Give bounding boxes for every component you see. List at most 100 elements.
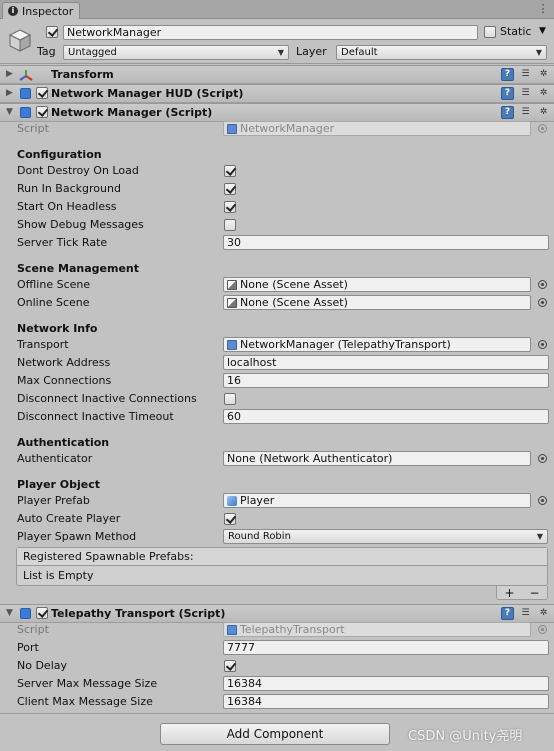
server-tick-rate-label: Server Tick Rate (17, 236, 108, 249)
chevron-down-icon: ▼ (277, 48, 284, 57)
server-tick-rate-field[interactable]: 30 (223, 235, 549, 250)
script-icon (227, 339, 237, 350)
help-icon[interactable]: ? (501, 68, 514, 81)
player-prefab-value: Player (240, 494, 275, 507)
network-manager-component-header[interactable]: ▼ Network Manager (Script) ? ☰ ✲ (0, 103, 554, 122)
disconnect-inactive-label: Disconnect Inactive Connections (17, 392, 197, 405)
static-label: Static (500, 25, 532, 38)
network-address-field[interactable]: localhost (223, 355, 549, 370)
telepathy-script-label: Script (17, 623, 49, 636)
port-field[interactable]: 7777 (223, 640, 549, 655)
telepathy-enabled-checkbox[interactable] (36, 607, 48, 619)
transport-field[interactable]: NetworkManager (TelepathyTransport) (223, 337, 531, 352)
client-max-message-size-label: Client Max Message Size (17, 695, 153, 708)
script-icon (227, 123, 237, 134)
network-manager-enabled-checkbox[interactable] (36, 106, 48, 118)
layer-dropdown[interactable]: Default ▼ (336, 45, 547, 60)
player-object-heading: Player Object (17, 478, 101, 491)
tab-inspector[interactable]: i Inspector (2, 2, 81, 19)
transform-title: Transform (51, 68, 114, 81)
spawnable-prefabs-header: Registered Spawnable Prefabs: (17, 548, 547, 566)
add-item-button[interactable]: + (504, 587, 514, 599)
gameobject-name-field[interactable]: NetworkManager (63, 25, 478, 40)
offline-scene-value: None (Scene Asset) (240, 278, 348, 291)
script-icon (20, 88, 31, 99)
disconnect-inactive-checkbox[interactable] (224, 393, 236, 405)
transform-axes-icon (19, 70, 33, 81)
auto-create-player-checkbox[interactable] (224, 513, 236, 525)
script-icon (20, 107, 31, 118)
preset-icon[interactable]: ☰ (519, 106, 532, 119)
transport-value: NetworkManager (TelepathyTransport) (240, 338, 451, 351)
hud-enabled-checkbox[interactable] (36, 87, 48, 99)
gameobject-cube-icon (8, 29, 32, 52)
gear-icon[interactable]: ✲ (537, 87, 550, 100)
max-connections-field[interactable]: 16 (223, 373, 549, 388)
player-prefab-field[interactable]: Player (223, 493, 531, 508)
add-component-button[interactable]: Add Component (160, 723, 390, 745)
offline-scene-field[interactable]: None (Scene Asset) (223, 277, 531, 292)
spawnable-prefabs-empty-text: List is Empty (23, 569, 94, 582)
panel-menu-icon[interactable]: ⋮ (536, 2, 550, 16)
gear-icon[interactable]: ✲ (537, 68, 550, 81)
client-max-message-size-field[interactable]: 16384 (223, 694, 549, 709)
object-picker-icon[interactable] (538, 298, 547, 307)
authenticator-field[interactable]: None (Network Authenticator) (223, 451, 531, 466)
telepathy-title: Telepathy Transport (Script) (51, 607, 226, 620)
preset-icon[interactable]: ☰ (519, 68, 532, 81)
fold-arrow-expanded-icon[interactable]: ▼ (6, 608, 13, 618)
static-dropdown-arrow-icon[interactable]: ▼ (539, 24, 546, 38)
telepathy-script-field: TelepathyTransport (223, 622, 531, 637)
offline-scene-label: Offline Scene (17, 278, 91, 291)
object-picker-icon (538, 625, 547, 634)
tag-dropdown[interactable]: Untagged ▼ (63, 45, 289, 60)
telepathy-script-value: TelepathyTransport (240, 623, 345, 636)
fold-arrow-icon[interactable]: ▶ (6, 88, 13, 98)
online-scene-value: None (Scene Asset) (240, 296, 348, 309)
run-in-background-checkbox[interactable] (224, 183, 236, 195)
start-on-headless-checkbox[interactable] (224, 201, 236, 213)
disconnect-timeout-label: Disconnect Inactive Timeout (17, 410, 174, 423)
telepathy-component-header[interactable]: ▼ Telepathy Transport (Script) ? ☰ ✲ (0, 604, 554, 623)
script-value: NetworkManager (240, 122, 335, 135)
chevron-down-icon: ▼ (536, 532, 543, 541)
hud-component-header[interactable]: ▶ Network Manager HUD (Script) ? ☰ ✲ (0, 84, 554, 103)
max-connections-label: Max Connections (17, 374, 112, 387)
preset-icon[interactable]: ☰ (519, 607, 532, 620)
object-picker-icon (538, 124, 547, 133)
server-max-message-size-field[interactable]: 16384 (223, 676, 549, 691)
no-delay-checkbox[interactable] (224, 660, 236, 672)
start-on-headless-label: Start On Headless (17, 200, 117, 213)
disconnect-timeout-field[interactable]: 60 (223, 409, 549, 424)
show-debug-checkbox[interactable] (224, 219, 236, 231)
preset-icon[interactable]: ☰ (519, 87, 532, 100)
remove-item-button[interactable]: − (529, 587, 539, 599)
configuration-heading: Configuration (17, 148, 102, 161)
scene-management-heading: Scene Management (17, 262, 139, 275)
object-picker-icon[interactable] (538, 496, 547, 505)
chevron-down-icon: ▼ (535, 48, 542, 57)
gear-icon[interactable]: ✲ (537, 106, 550, 119)
scene-asset-icon (227, 297, 237, 308)
player-spawn-method-dropdown[interactable]: Round Robin ▼ (223, 529, 548, 544)
object-picker-icon[interactable] (538, 454, 547, 463)
static-checkbox[interactable] (484, 26, 496, 38)
network-info-heading: Network Info (17, 322, 98, 335)
player-spawn-method-label: Player Spawn Method (17, 530, 137, 543)
gear-icon[interactable]: ✲ (537, 607, 550, 620)
object-picker-icon[interactable] (538, 340, 547, 349)
dont-destroy-checkbox[interactable] (224, 165, 236, 177)
object-picker-icon[interactable] (538, 280, 547, 289)
fold-arrow-icon[interactable]: ▶ (6, 69, 13, 79)
fold-arrow-expanded-icon[interactable]: ▼ (6, 107, 13, 117)
help-icon[interactable]: ? (501, 87, 514, 100)
list-footer: + − (496, 586, 548, 600)
spawnable-prefabs-list: Registered Spawnable Prefabs: List is Em… (16, 547, 548, 586)
gameobject-active-checkbox[interactable] (46, 26, 58, 38)
player-prefab-label: Player Prefab (17, 494, 90, 507)
help-icon[interactable]: ? (501, 607, 514, 620)
online-scene-field[interactable]: None (Scene Asset) (223, 295, 531, 310)
transform-component-header[interactable]: ▶ Transform ? ☰ ✲ (0, 65, 554, 84)
help-icon[interactable]: ? (501, 106, 514, 119)
tab-bar: i Inspector ⋮ (0, 0, 554, 19)
